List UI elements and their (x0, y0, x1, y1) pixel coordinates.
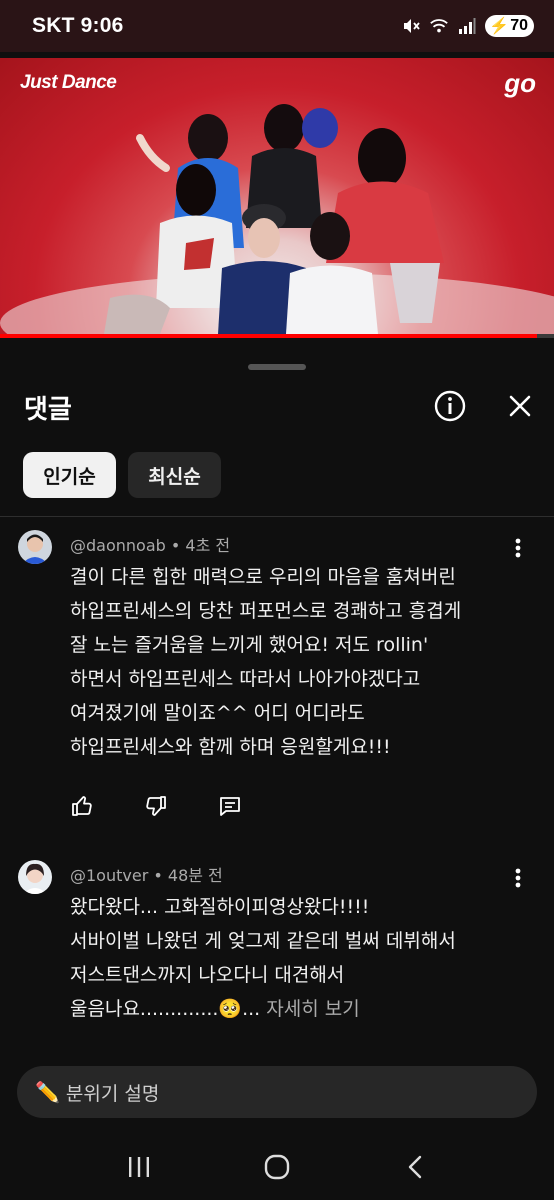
comments-sheet: 댓글 인기순 최신순 @daonnoab • 4초 전 결이 다른 힙한 매력으… (0, 344, 554, 1134)
thumbs-up-icon (72, 796, 92, 816)
comment-time: 48분 전 (167, 866, 223, 885)
comment-author[interactable]: @daonnoab (70, 536, 166, 555)
avatar[interactable] (18, 860, 52, 894)
home-icon (264, 1154, 290, 1180)
close-icon (509, 395, 531, 417)
more-vert-icon (515, 868, 521, 888)
video-progress-bar[interactable] (0, 334, 554, 338)
comment-menu-button[interactable] (508, 536, 528, 560)
video-player[interactable]: Just Dance go (0, 58, 554, 334)
sort-chip-popular[interactable]: 인기순 (23, 452, 116, 498)
comment-input[interactable]: ✏️ 분위기 설명 (17, 1066, 537, 1118)
recents-button[interactable] (119, 1147, 159, 1187)
charging-icon: ⚡ (489, 18, 510, 35)
comment-line: 울음나요.............🥺... 자세히 보기 (70, 992, 522, 1026)
reply-icon (220, 797, 240, 816)
system-nav-bar (0, 1134, 554, 1200)
comment-line: 결이 다른 힙한 매력으로 우리의 마음을 훔쳐버린 (70, 566, 456, 588)
clock: 9:06 (80, 14, 124, 37)
info-button[interactable] (432, 388, 468, 424)
more-vert-icon (515, 538, 521, 558)
video-frame (0, 104, 554, 334)
mute-icon (401, 16, 421, 36)
comment-line-text: 울음나요.............🥺... (70, 998, 261, 1020)
comment-line: 저스트댄스까지 나오다니 대견해서 (70, 964, 345, 986)
drag-handle[interactable] (248, 364, 306, 370)
comment-line: 하입프린세스의 당찬 퍼포먼스로 경쾌하고 흥겹게 (70, 600, 462, 622)
sort-chip-latest[interactable]: 최신순 (128, 452, 221, 498)
signal-icon (457, 16, 477, 36)
comment-text: 왔다왔다... 고화질하이피영상왔다!!!! 서바이벌 나왔던 게 엊그제 같은… (70, 890, 522, 1026)
comment-line: 왔다왔다... 고화질하이피영상왔다!!!! (70, 896, 370, 918)
comment-line: 하입프린세스와 함께 하며 응원할게요!!! (70, 736, 391, 758)
divider (0, 516, 554, 517)
status-bar: SKT 9:06 ⚡ 70 (0, 0, 554, 52)
battery-level: 70 (510, 17, 528, 34)
close-button[interactable] (502, 388, 538, 424)
recents-icon (129, 1157, 149, 1177)
back-button[interactable] (395, 1147, 435, 1187)
comment-line: 잘 노는 즐거움을 느끼게 했어요! 저도 rollin' (70, 634, 429, 656)
carrier-label: SKT (32, 14, 75, 37)
comment-meta: @daonnoab • 4초 전 (70, 536, 231, 555)
info-icon (434, 390, 466, 422)
sheet-title: 댓글 (24, 395, 72, 425)
video-progress-fill (0, 334, 538, 338)
reply-button[interactable] (218, 794, 242, 818)
thumbs-down-icon (146, 796, 166, 816)
comment-input-placeholder: 분위기 설명 (65, 1082, 160, 1105)
read-more-link[interactable]: 자세히 보기 (266, 998, 359, 1020)
comment-line: 하면서 하입프린세스 따라서 나아가야겠다고 (70, 668, 421, 690)
comment-actions (70, 794, 242, 818)
comment-menu-button[interactable] (508, 866, 528, 890)
comment-text: 결이 다른 힙한 매력으로 우리의 마음을 훔쳐버린 하입프린세스의 당찬 퍼포… (70, 560, 522, 764)
pencil-icon: ✏️ (35, 1080, 60, 1104)
dislike-button[interactable] (144, 794, 168, 818)
comment-line: 서바이벌 나왔던 게 엊그제 같은데 벌써 데뷔해서 (70, 930, 456, 952)
comment-time: 4초 전 (185, 536, 231, 555)
back-icon (408, 1155, 422, 1179)
comment-line: 여겨졌기에 말이죠^^ 어디 어디라도 (70, 702, 365, 724)
comment-author[interactable]: @1outver (70, 866, 148, 885)
avatar[interactable] (18, 530, 52, 564)
channel-logo: go (504, 68, 536, 98)
battery-indicator: ⚡ 70 (485, 15, 534, 37)
status-carrier-time: SKT 9:06 (32, 14, 124, 38)
comment-meta: @1outver • 48분 전 (70, 866, 223, 885)
wifi-icon (429, 16, 449, 36)
status-icons: ⚡ 70 (401, 15, 534, 37)
video-brand-logo: Just Dance (20, 72, 117, 93)
home-button[interactable] (257, 1147, 297, 1187)
like-button[interactable] (70, 794, 94, 818)
